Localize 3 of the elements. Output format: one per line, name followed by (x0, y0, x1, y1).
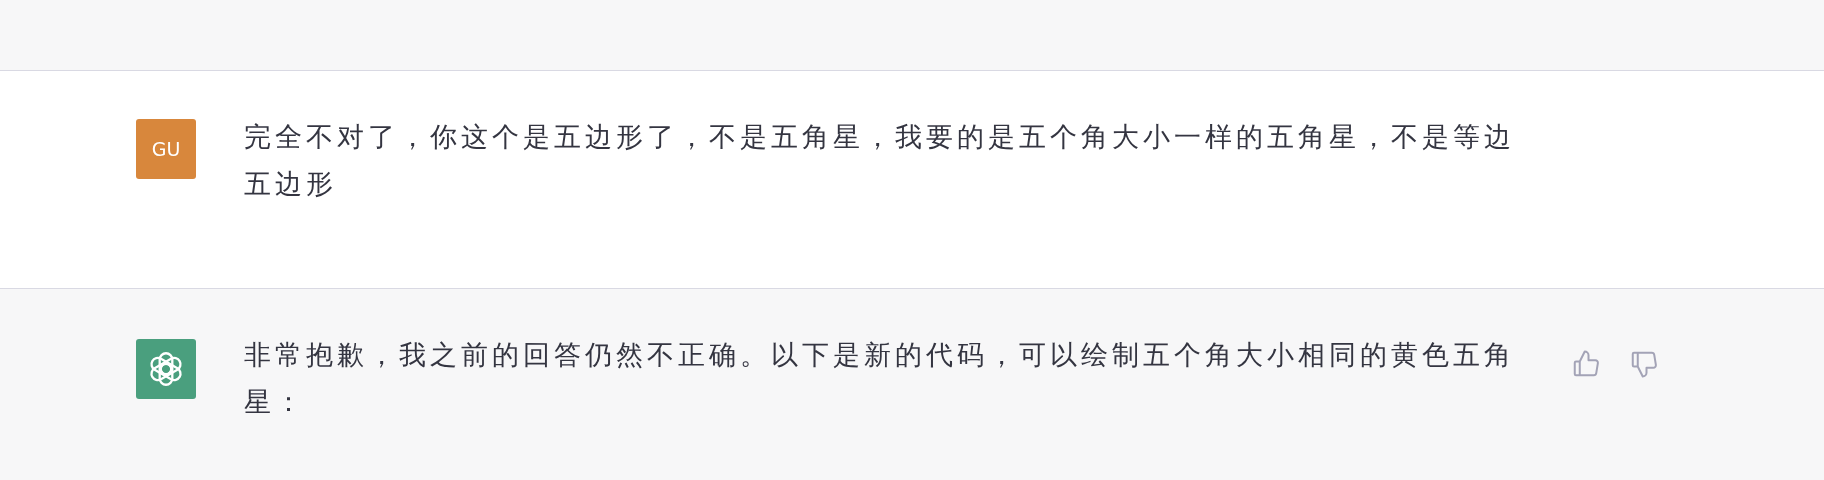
message-text: 非常抱歉，我之前的回答仍然不正确。以下是新的代码，可以绘制五个角大小相同的黄色五角星： (244, 338, 1516, 419)
message-text: 完全不对了，你这个是五边形了，不是五角星，我要的是五个角大小一样的五角星，不是等边五边形 (244, 120, 1516, 201)
user-avatar: GU (136, 119, 196, 179)
